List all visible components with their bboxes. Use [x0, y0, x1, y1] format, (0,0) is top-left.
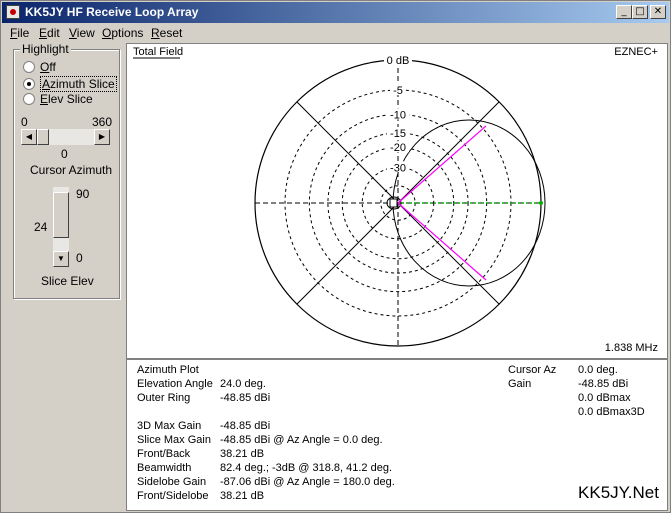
radio-elev-slice[interactable]: Elev Slice [23, 92, 93, 106]
cursor-azimuth-label: Cursor Azimuth [30, 163, 113, 177]
menu-reset[interactable]: Reset [151, 26, 182, 40]
info-label: 3D Max Gain [137, 420, 202, 432]
menu-view-mnemonic: V [69, 26, 77, 40]
azimuth-min-label: 0 [21, 115, 28, 129]
origin-marker [389, 198, 398, 208]
ring-label: -5 [393, 85, 403, 97]
window-title: KK5JY HF Receive Loop Array [25, 5, 199, 19]
radio-azimuth-label: zimuth Slice [50, 77, 115, 91]
ring-label: -15 [390, 128, 406, 140]
radio-off-indicator[interactable] [23, 61, 35, 73]
menu-reset-mnemonic: R [151, 26, 160, 40]
info-label: Beamwidth [137, 462, 192, 474]
highlight-group-title: Highlight [20, 42, 71, 56]
results-panel: KK5JY.Net Azimuth Plot Elevation Angle 24.… [126, 359, 668, 511]
scroll-left-button[interactable]: ◀ [21, 129, 37, 145]
radio-azimuth-mnemonic: A [42, 77, 51, 91]
menu-bar: File Edit View Options Reset [2, 24, 669, 42]
radio-azimuth-slice[interactable]: Azimuth Slice [23, 76, 117, 92]
info-value: 38.21 dB [220, 490, 265, 502]
radio-off-label: ff [49, 60, 56, 74]
radio-off[interactable]: Off [23, 60, 56, 74]
info-label: Slice Max Gain [137, 434, 211, 446]
azimuth-scrollbar[interactable]: ◀ ▶ [21, 129, 110, 145]
info-value: 0.0 dBmax3D [578, 406, 645, 418]
radio-azimuth-indicator[interactable] [23, 78, 35, 90]
maximize-button[interactable]: □ [632, 5, 648, 19]
polar-plot[interactable]: Total Field EZNEC+ 1.838 MHz 0 dB -5 -10 -1… [127, 44, 667, 358]
menu-file-label: ile [17, 26, 30, 40]
info-value: 82.4 deg.; -3dB @ 318.8, 41.2 deg. [220, 462, 393, 474]
scroll-down-button[interactable]: ▼ [53, 251, 69, 267]
info-value: -48.85 dBi @ Az Angle = 0.0 deg. [220, 434, 383, 446]
info-value: 0.0 deg. [578, 364, 618, 376]
menu-view-label: iew [76, 26, 95, 40]
info-value: -87.06 dBi @ Az Angle = 180.0 deg. [220, 476, 395, 488]
menu-view[interactable]: View [69, 26, 95, 40]
info-label: Sidelobe Gain [137, 476, 207, 488]
brand-label: KK5JY.Net [578, 483, 659, 502]
info-label: Gain [508, 378, 532, 390]
info-label: Front/Back [137, 448, 191, 460]
ring-label: 0 dB [387, 55, 410, 67]
total-field-label: Total Field [133, 46, 183, 58]
title-bar[interactable]: KK5JY HF Receive Loop Array _ □ ✕ [2, 2, 669, 23]
menu-options-label: ptions [111, 26, 144, 40]
program-label: EZNEC+ [614, 46, 658, 58]
ring-label: -30 [390, 162, 406, 174]
elev-max-label: 90 [76, 187, 90, 201]
info-value: 38.21 dB [220, 448, 265, 460]
radio-off-mnemonic: O [40, 60, 50, 74]
azimuth-max-label: 360 [92, 115, 113, 129]
info-value: -48.85 dBi [220, 392, 271, 404]
info-label: Cursor Az [508, 364, 557, 376]
info-value: -48.85 dBi [220, 420, 271, 432]
azimuth-scroll-thumb[interactable] [37, 129, 49, 145]
minimize-button[interactable]: _ [616, 5, 632, 19]
menu-options[interactable]: Options [102, 26, 143, 40]
beamwidth-line-upper [397, 125, 487, 204]
info-label: Elevation Angle [137, 378, 213, 390]
elev-value: 24 [34, 220, 48, 234]
menu-edit-label: dit [47, 26, 60, 40]
elevation-scrollbar[interactable]: ▼ [53, 187, 69, 267]
ring-label: -10 [390, 109, 406, 121]
elevation-scroll-thumb[interactable] [53, 191, 69, 238]
radio-elev-indicator[interactable] [23, 93, 35, 105]
polar-plot-panel[interactable]: Total Field EZNEC+ 1.838 MHz 0 dB -5 -10 -1… [126, 43, 668, 359]
menu-reset-label: eset [159, 26, 183, 40]
radio-elev-mnemonic: E [40, 92, 49, 106]
azimuth-value: 0 [61, 147, 68, 161]
menu-edit[interactable]: Edit [39, 26, 60, 40]
info-label: Front/Sidelobe [137, 490, 209, 502]
menu-file[interactable]: File [10, 26, 29, 40]
slice-elev-label: Slice Elev [41, 274, 94, 288]
info-value: 24.0 deg. [220, 378, 266, 390]
beamwidth-line-lower [397, 202, 487, 281]
ring-label: -20 [390, 142, 406, 154]
info-value: 0.0 dBmax [578, 392, 631, 404]
radio-elev-label: lev Slice [48, 92, 93, 106]
menu-edit-mnemonic: E [39, 26, 48, 40]
azimuth-cursor-dot [539, 201, 543, 205]
info-value: -48.85 dBi [578, 378, 629, 390]
menu-options-mnemonic: O [102, 26, 112, 40]
app-icon[interactable] [6, 5, 20, 19]
app-window: KK5JY HF Receive Loop Array _ □ ✕ File E… [0, 0, 671, 513]
frequency-label: 1.838 MHz [605, 342, 658, 354]
scroll-right-button[interactable]: ▶ [94, 129, 110, 145]
close-button[interactable]: ✕ [650, 5, 666, 19]
elev-min-label: 0 [76, 251, 83, 265]
info-label: Outer Ring [137, 392, 191, 404]
info-label: Azimuth Plot [137, 364, 199, 376]
